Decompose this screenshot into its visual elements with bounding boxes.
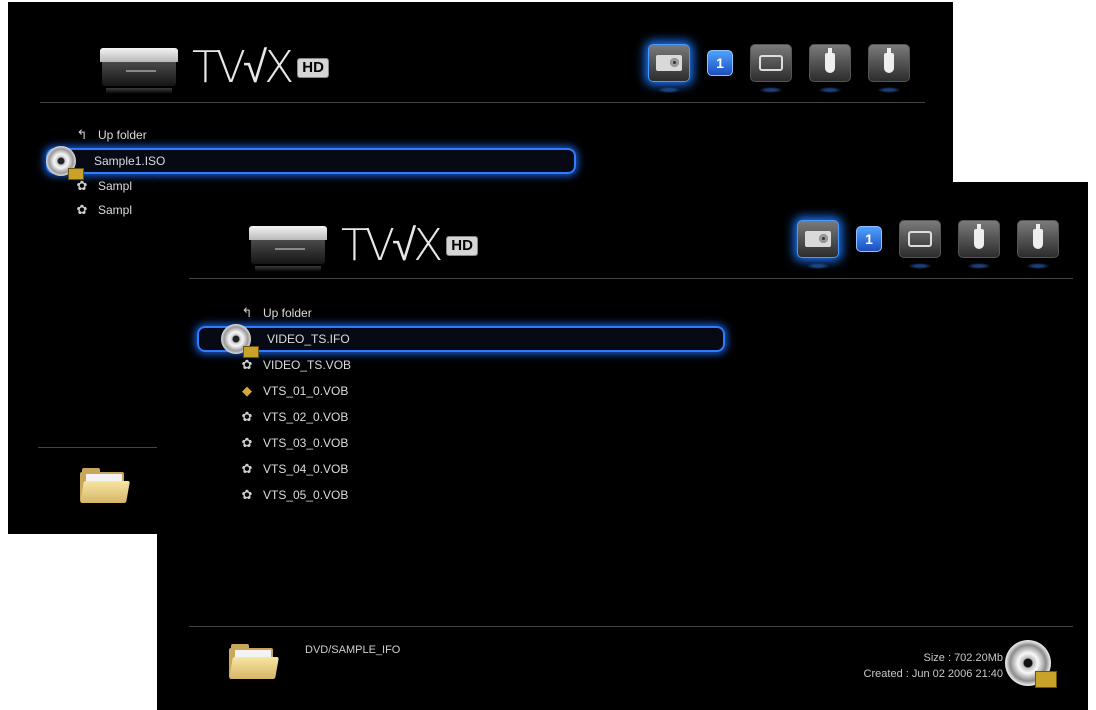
file-size: Size : 702.20Mb: [923, 652, 1004, 664]
header-divider: [40, 102, 925, 103]
footer-divider: [38, 447, 158, 448]
brand-header: TV√X HD: [249, 220, 478, 272]
list-item-label: VIDEO_TS.IFO: [267, 332, 350, 346]
up-folder-icon: ↰: [241, 305, 253, 320]
tvix-logo: TV√X: [192, 42, 294, 93]
gear-file-icon: ✿: [241, 487, 253, 502]
gear-file-icon: ✿: [76, 202, 88, 217]
folder-icon: [229, 644, 279, 680]
up-folder-icon: ↰: [76, 127, 88, 142]
status-icon-bar: 1: [648, 44, 927, 93]
list-item-label: Up folder: [98, 128, 147, 142]
list-item[interactable]: ✿ VTS_04_0.VOB: [197, 456, 725, 482]
list-item-label: Sample1.ISO: [94, 154, 166, 168]
media-player-device-icon: [100, 42, 178, 94]
list-item-up-folder[interactable]: ↰ Up folder: [197, 300, 725, 326]
dvd-drive-icon[interactable]: [648, 44, 690, 93]
status-icon-bar: 1: [797, 220, 1076, 269]
front-browser-screen: TV√X HD 1 ↰ Up folder VIDEO_TS.IFO ✿ VID…: [157, 182, 1088, 710]
list-item-label: VTS_04_0.VOB: [263, 462, 349, 476]
current-path: DVD/SAMPLE_IFO: [305, 644, 401, 656]
number-badge[interactable]: 1: [707, 50, 733, 76]
list-item-label: VTS_01_0.VOB: [263, 384, 349, 398]
brand-header: TV√X HD: [100, 42, 329, 94]
list-item-label: VTS_03_0.VOB: [263, 436, 349, 450]
hd-badge: HD: [297, 57, 329, 79]
footer-divider: [189, 626, 1073, 627]
list-item-label: Sampl: [98, 203, 133, 217]
list-item[interactable]: ✿ VIDEO_TS.VOB: [197, 352, 725, 378]
gear-file-icon: ✿: [241, 435, 253, 450]
dvd-drive-icon[interactable]: [797, 220, 839, 269]
header-divider: [189, 278, 1073, 279]
folder-icon: [80, 468, 130, 504]
list-item[interactable]: ◆ VTS_01_0.VOB: [197, 378, 725, 404]
hd-badge: HD: [446, 235, 478, 257]
list-item[interactable]: ✿ VTS_03_0.VOB: [197, 430, 725, 456]
list-item-selected[interactable]: VIDEO_TS.IFO: [197, 324, 725, 358]
usb-plug-icon[interactable]: [1017, 220, 1059, 269]
list-item-label: VTS_05_0.VOB: [263, 488, 349, 502]
list-item-label: Sampl: [98, 179, 133, 193]
file-created: Created : Jun 02 2006 21:40: [863, 668, 1003, 680]
tv-output-icon[interactable]: [899, 220, 941, 269]
tvix-logo: TV√X: [341, 220, 443, 271]
list-item-label: VIDEO_TS.VOB: [263, 358, 352, 372]
number-badge[interactable]: 1: [856, 226, 882, 252]
tv-output-icon[interactable]: [750, 44, 792, 93]
disc-video-icon: [221, 324, 259, 358]
list-item-label: VTS_02_0.VOB: [263, 410, 349, 424]
file-info: Size : 702.20Mb Created : Jun 02 2006 21…: [864, 650, 1003, 682]
list-item-label: Up folder: [263, 306, 312, 320]
file-list: ↰ Up folder VIDEO_TS.IFO ✿ VIDEO_TS.VOB …: [197, 300, 725, 508]
gear-file-icon: ✿: [241, 461, 253, 476]
play-file-icon: ◆: [242, 383, 252, 398]
gear-file-icon: ✿: [76, 178, 88, 193]
media-player-device-icon: [249, 220, 327, 272]
usb-plug-icon[interactable]: [809, 44, 851, 93]
usb-plug-icon[interactable]: [958, 220, 1000, 269]
disc-video-icon: [1005, 640, 1057, 688]
list-item-up-folder[interactable]: ↰ Up folder: [46, 122, 576, 148]
usb-plug-icon[interactable]: [868, 44, 910, 93]
disc-video-icon: [46, 146, 84, 180]
list-item-selected[interactable]: Sample1.ISO: [46, 146, 576, 180]
gear-file-icon: ✿: [241, 409, 253, 424]
gear-file-icon: ✿: [241, 357, 253, 372]
list-item[interactable]: ✿ VTS_05_0.VOB: [197, 482, 725, 508]
list-item[interactable]: ✿ VTS_02_0.VOB: [197, 404, 725, 430]
